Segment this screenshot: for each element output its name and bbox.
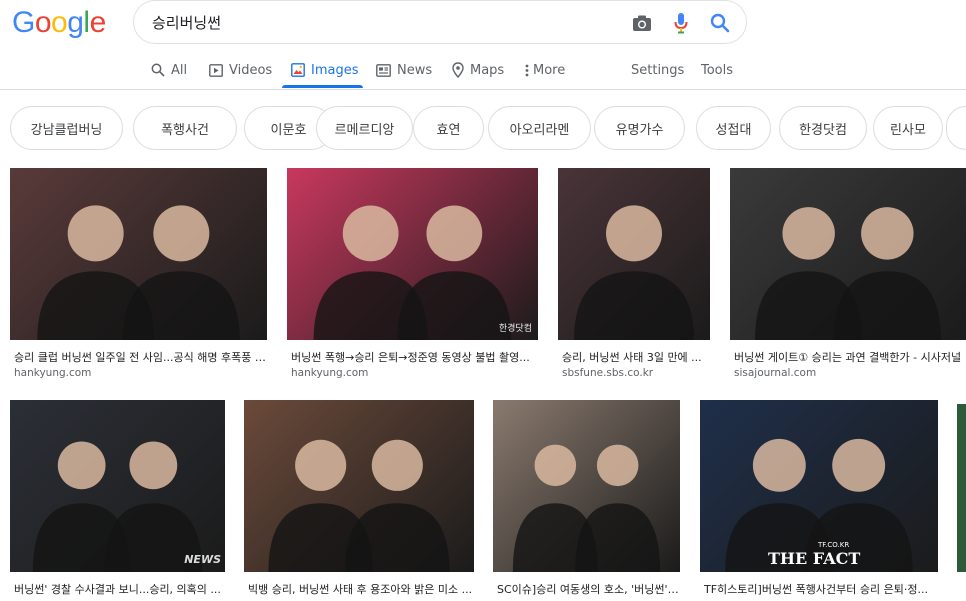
result-thumbnail[interactable] [10,168,267,340]
microphone-icon[interactable] [669,11,693,35]
tab-label: Videos [229,62,273,78]
result-thumbnail[interactable]: 한경닷컴 [287,168,538,340]
image-result[interactable]: 버닝썬 게이트① 승리는 과연 결백한가 - 시사저널 sisajournal.c… [730,168,966,380]
photo-silhouettes [574,205,694,340]
tab-label: Maps [470,62,505,78]
photo-silhouettes [37,205,240,340]
image-result[interactable]: 승리 클럽 버닝썬 일주일 전 사임...공식 해명 후폭풍 |... hanky… [10,168,267,380]
tab-more[interactable]: More [525,52,565,88]
result-source: sbsfune.sbs.co.kr [562,367,654,379]
logo-letter: e [89,6,107,39]
tab-label: Tools [701,62,734,78]
map-pin-icon [452,62,464,78]
result-caption[interactable]: 빅뱅 승리, 버닝썬 사태 후 용조아와 밝은 미소 ... [248,581,474,597]
photo-silhouettes [313,205,512,340]
tab-label: Settings [631,62,685,78]
chip-related-search[interactable]: 폭행사건 [133,106,237,150]
tab-label: Images [311,62,359,78]
news-icon [376,63,391,77]
chip-related-search[interactable]: 린사모 [873,106,943,150]
header-divider [0,89,966,90]
result-caption[interactable]: 승리, 버닝썬 사태 3일 만에 ... [562,349,710,365]
tab-maps[interactable]: Maps [452,52,504,88]
search-icon [151,63,165,77]
image-icon [291,63,305,77]
result-caption[interactable]: 버닝썬 폭행→승리 은퇴→정준영 동영상 불법 촬영... [291,349,538,365]
chip-related-search[interactable]: 강남클럽버닝 [10,106,123,150]
result-thumbnail[interactable]: THE FACT TF.CO.KR [700,400,938,572]
chip-related-search[interactable]: 아오리라멘 [488,106,591,150]
result-thumbnail[interactable] [244,400,474,572]
image-result[interactable]: THE FACT TF.CO.KR TF히스토리]버닝썬 폭행사건부터 승리 은퇴·… [700,400,938,601]
active-tab-indicator [282,85,363,88]
tab-news[interactable]: News [376,52,432,88]
result-caption[interactable]: 버닝썬 게이트① 승리는 과연 결백한가 - 시사저널 [734,349,966,365]
result-caption[interactable]: 버닝썬' 경찰 수사결과 보니...승리, 의혹의 ... [14,581,225,597]
chip-related-search[interactable]: 성접대 [696,106,771,150]
thumbnail-watermark-sub: TF.CO.KR [818,541,850,549]
photo-silhouettes [755,207,941,340]
camera-icon[interactable] [630,11,654,35]
tab-label: More [533,62,566,78]
result-caption[interactable]: 승리 클럽 버닝썬 일주일 전 사임...공식 해명 후폭풍 |... [14,349,267,365]
image-result[interactable]: 빅뱅 승리, 버닝썬 사태 후 용조아와 밝은 미소 ... [244,400,474,601]
image-result[interactable]: SC이슈]승리 여동생의 호소, '버닝썬' ... [493,400,680,601]
search-input[interactable] [152,11,612,33]
result-source: hankyung.com [291,367,369,379]
image-result[interactable]: 한경닷컴버닝썬 폭행→승리 은퇴→정준영 동영상 불법 촬영... hankyun… [287,168,538,380]
photo-silhouettes [32,441,203,572]
google-logo[interactable]: Google [12,6,106,40]
result-source: hankyung.com [14,367,92,379]
search-icon[interactable] [708,11,732,35]
chip-related-search[interactable]: 유명가수 [594,106,685,150]
thumbnail-watermark: 한경닷컴 [498,324,532,334]
result-caption[interactable]: SC이슈]승리 여동생의 호소, '버닝썬' ... [497,581,680,597]
result-thumbnail[interactable] [493,400,680,572]
image-result-partial[interactable] [957,404,966,572]
chip-related-search[interactable]: 르메르디앙 [316,106,413,150]
result-thumbnail[interactable]: NEWS [10,400,225,572]
result-thumbnail[interactable] [558,168,710,340]
logo-letter: o [34,6,52,39]
logo-letter: o [51,6,68,39]
search-tabs: All Videos Images News Maps More Setting… [0,52,966,88]
tab-label: All [171,62,188,78]
photo-silhouettes [268,439,450,572]
result-thumbnail[interactable] [730,168,966,340]
more-vert-icon [525,64,529,77]
tab-videos[interactable]: Videos [209,52,272,88]
chip-related-search-overflow[interactable] [946,106,966,150]
result-source: sisajournal.com [734,367,817,379]
thumbnail-watermark: NEWS [184,553,221,566]
image-result[interactable]: NEWS 버닝썬' 경찰 수사결과 보니...승리, 의혹의 ... [10,400,225,601]
tab-tools[interactable]: Tools [701,52,733,88]
image-result[interactable]: 승리, 버닝썬 사태 3일 만에 ... sbsfune.sbs.co.kr [558,168,710,380]
thumbnail-watermark: THE FACT [768,549,861,568]
result-caption[interactable]: TF히스토리]버닝썬 폭행사건부터 승리 은퇴·정... [704,581,938,597]
tab-label: News [397,62,433,78]
chip-related-search[interactable]: 한경닷컴 [779,106,867,150]
video-icon [209,63,223,77]
logo-letter: g [67,6,84,39]
search-box[interactable] [133,0,747,44]
photo-silhouettes [512,444,661,572]
chip-related-search[interactable]: 효연 [413,106,484,150]
tab-settings[interactable]: Settings [631,52,684,88]
tab-all[interactable]: All [151,52,187,88]
logo-letter: G [12,6,35,39]
tab-images[interactable]: Images [291,52,359,88]
